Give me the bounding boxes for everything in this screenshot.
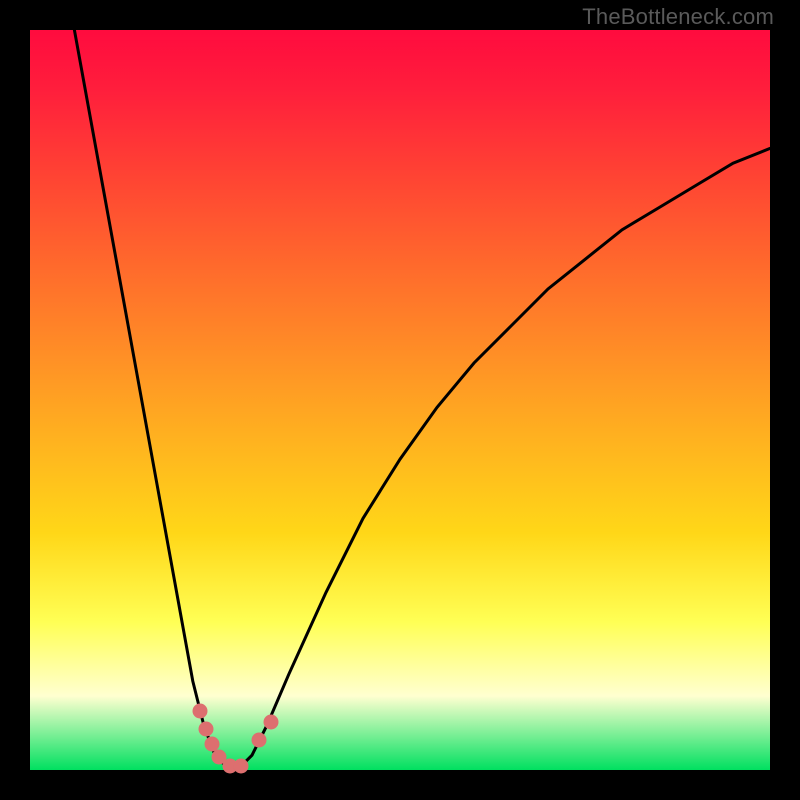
data-marker [193,703,208,718]
data-marker [233,759,248,774]
data-marker [263,714,278,729]
chart-frame: TheBottleneck.com [0,0,800,800]
marker-layer [30,30,770,770]
watermark-text: TheBottleneck.com [582,4,774,30]
data-marker [199,722,214,737]
data-marker [252,733,267,748]
